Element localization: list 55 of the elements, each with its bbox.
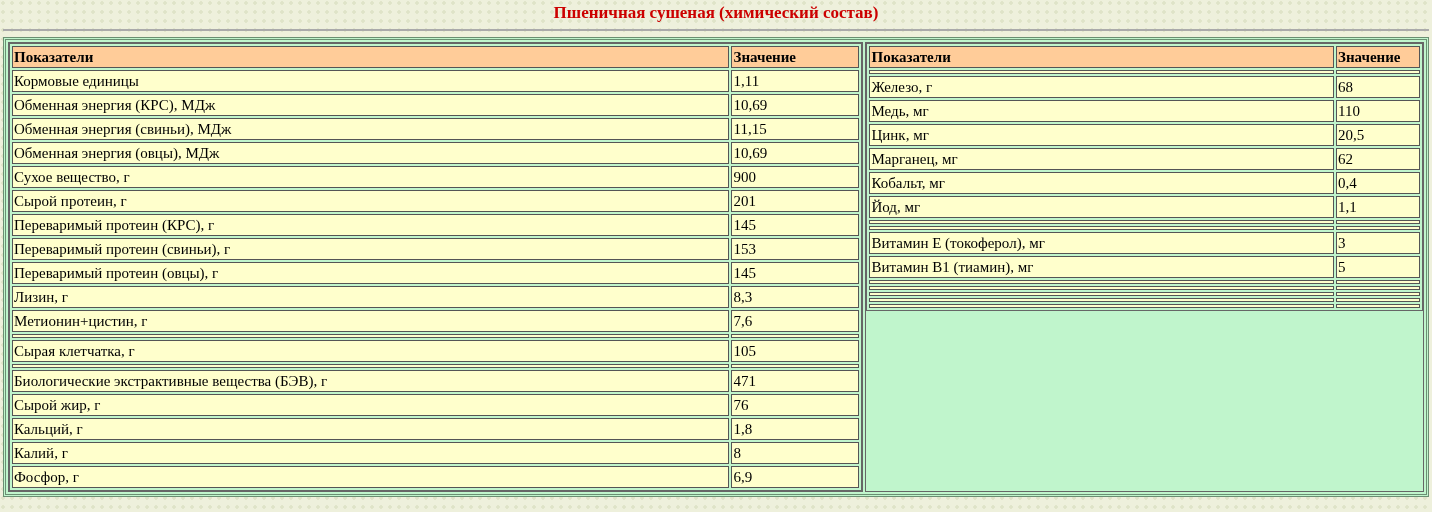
table-cell: Сухое вещество, г: [12, 166, 730, 188]
table-cell: 8: [731, 442, 860, 464]
table-cell: 11,15: [731, 118, 860, 140]
table-cell: Обменная энергия (КРС), МДж: [12, 94, 730, 116]
table-cell: 10,69: [731, 142, 860, 164]
table-cell: Йод, мг: [869, 196, 1334, 218]
table-cell: Сырая клетчатка, г: [12, 340, 730, 362]
table-cell: 76: [731, 394, 860, 416]
column-header: Показатели: [12, 46, 730, 68]
table-cell: Железо, г: [869, 76, 1334, 98]
table-cell: Кобальт, мг: [869, 172, 1334, 194]
table-cell: Сырой жир, г: [12, 394, 730, 416]
table-cell: 10,69: [731, 94, 860, 116]
table-cell: Кальций, г: [12, 418, 730, 440]
table-cell: 900: [731, 166, 860, 188]
table-cell: 1,11: [731, 70, 860, 92]
table-cell: Лизин, г: [12, 286, 730, 308]
table-cell: Кормовые единицы: [12, 70, 730, 92]
table-cell: 1,8: [731, 418, 860, 440]
table-cell: Переваримый протеин (свиньи), г: [12, 238, 730, 260]
table-cell: Обменная энергия (овцы), МДж: [12, 142, 730, 164]
table-cell: 471: [731, 370, 860, 392]
table-cell: 145: [731, 214, 860, 236]
table-cell: Обменная энергия (свиньи), МДж: [12, 118, 730, 140]
table-cell: 201: [731, 190, 860, 212]
table-cell: 68: [1336, 76, 1420, 98]
column-header: Значение: [731, 46, 860, 68]
table-cell: 105: [731, 340, 860, 362]
table-cell: 3: [1336, 232, 1420, 254]
table-cell: Марганец, мг: [869, 148, 1334, 170]
table-cell: 8,3: [731, 286, 860, 308]
table-cell: Цинк, мг: [869, 124, 1334, 146]
table-cell: 0,4: [1336, 172, 1420, 194]
table-cell: 7,6: [731, 310, 860, 332]
page-title: Пшеничная сушеная (химический состав): [552, 3, 880, 23]
table-cell: 62: [1336, 148, 1420, 170]
table-cell: 5: [1336, 256, 1420, 278]
table-cell: 110: [1336, 100, 1420, 122]
table-cell: 153: [731, 238, 860, 260]
table-cell: Медь, мг: [869, 100, 1334, 122]
table-cell: Фосфор, г: [12, 466, 730, 488]
table-cell: 20,5: [1336, 124, 1420, 146]
table-cell: Биологические экстрактивные вещества (БЭВ), г: [12, 370, 730, 392]
table-cell: Сырой протеин, г: [12, 190, 730, 212]
column-header: Значение: [1336, 46, 1420, 68]
table-cell: Витамин Е (токоферол), мг: [869, 232, 1334, 254]
table-cell: Витамин В1 (тиамин), мг: [869, 256, 1334, 278]
table-cell: 145: [731, 262, 860, 284]
table-cell: 6,9: [731, 466, 860, 488]
table-cell: 1,1: [1336, 196, 1420, 218]
table-cell: Метионин+цистин, г: [12, 310, 730, 332]
table-cell: Переваримый протеин (КРС), г: [12, 214, 730, 236]
table-cell: Переваримый протеин (овцы), г: [12, 262, 730, 284]
table-cell: Калий, г: [12, 442, 730, 464]
column-header: Показатели: [869, 46, 1334, 68]
